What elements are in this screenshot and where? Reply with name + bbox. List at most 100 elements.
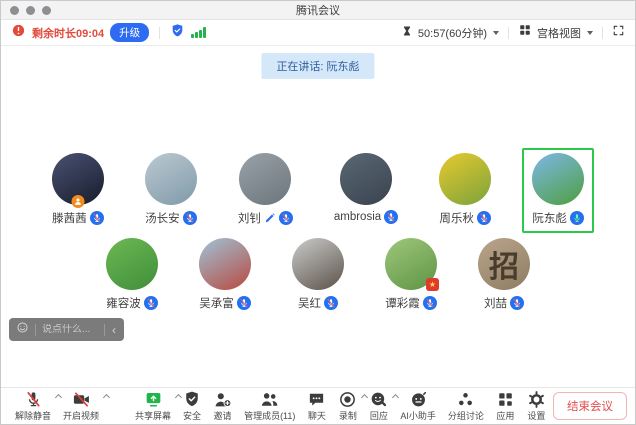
mic-muted-icon xyxy=(183,211,197,225)
participant-name: 刘钊 xyxy=(238,210,261,226)
emoji-icon[interactable] xyxy=(16,321,29,339)
grid-view-icon[interactable] xyxy=(518,23,532,42)
toolbar-item-breakout[interactable]: 分组讨论 xyxy=(442,389,490,423)
participant-name: 谭彩霞 xyxy=(385,295,420,311)
mic-muted-icon xyxy=(237,296,251,310)
participant-tile[interactable]: 刘钊 xyxy=(228,148,303,233)
participant-tile[interactable]: ★ 谭彩霞 xyxy=(375,233,447,318)
mic-muted-icon xyxy=(90,211,104,225)
toolbar-item-label: 邀请 xyxy=(214,409,232,422)
invite-icon xyxy=(213,390,232,408)
toolbar-item-chat[interactable]: 聊天 xyxy=(301,389,332,423)
view-mode-dropdown-icon[interactable] xyxy=(587,31,593,35)
toolbar-item-mic-off[interactable]: 解除静音 xyxy=(9,389,57,423)
divider xyxy=(35,324,36,336)
participant-name-row: 吴承富 xyxy=(199,295,251,311)
toolbar-item-record[interactable]: 录制 xyxy=(332,389,363,423)
divider xyxy=(104,324,105,336)
toolbar-item-reaction[interactable]: 回应 xyxy=(363,389,394,423)
breakout-icon xyxy=(456,390,475,408)
divider xyxy=(508,27,509,39)
participant-avatar: ★ xyxy=(385,238,437,290)
participant-row: 雍容波 吴承富 吴红 ★ 谭彩霞 招刘喆 xyxy=(1,233,635,318)
participant-tile[interactable]: 吴承富 xyxy=(189,233,261,318)
toolbar-item-label: 开启视频 xyxy=(63,409,99,422)
participant-avatar xyxy=(292,238,344,290)
toolbar-item-label: 共享屏幕 xyxy=(135,409,171,422)
participant-tile[interactable]: 招刘喆 xyxy=(468,233,540,318)
participant-tile[interactable]: 汤长安 xyxy=(135,148,207,233)
camera-off-icon xyxy=(72,390,91,408)
participant-name: 雍容波 xyxy=(106,295,141,311)
mic-muted-icon xyxy=(423,296,437,310)
participant-name: ambrosia xyxy=(334,211,381,223)
remaining-time-label: 剩余时长09:04 xyxy=(32,25,104,41)
shield-icon xyxy=(183,390,201,408)
participant-name: 阮东彪 xyxy=(532,210,567,226)
toolbar-item-label: 管理成员(11) xyxy=(244,409,295,422)
toolbar-item-label: 解除静音 xyxy=(15,409,51,422)
title-bar: 腾讯会议 xyxy=(1,1,635,20)
toolbar-item-ai-assistant[interactable]: AI小助手 xyxy=(394,389,442,423)
toolbar-item-label: 录制 xyxy=(339,409,357,422)
bottom-toolbar: 解除静音开启视频 共享屏幕安全邀请管理成员(11) 聊天录制回应 AI小助手分组讨论应… xyxy=(1,387,635,424)
mic-muted-icon xyxy=(477,211,491,225)
speaking-banner: 正在讲话: 阮东彪 xyxy=(261,53,374,79)
participant-avatar: 招 xyxy=(478,238,530,290)
ai-assistant-icon xyxy=(409,390,428,408)
mic-off-icon xyxy=(24,390,43,408)
mic-muted-icon xyxy=(324,296,338,310)
chevron-up-icon[interactable] xyxy=(103,394,110,401)
meeting-timer-label: 50:57(60分钟) xyxy=(418,25,487,41)
end-meeting-button[interactable]: 结束会议 xyxy=(553,392,627,420)
security-shield-icon[interactable] xyxy=(170,23,185,43)
toolbar-item-camera-off[interactable]: 开启视频 xyxy=(57,389,105,423)
participant-name-row: 吴红 xyxy=(298,295,338,311)
toolbar-item-invite[interactable]: 邀请 xyxy=(207,389,238,423)
participant-name-row: 阮东彪 xyxy=(532,210,584,226)
participant-tile[interactable]: 吴红 xyxy=(282,233,354,318)
network-signal-icon[interactable] xyxy=(191,27,206,38)
participant-name-row: 刘钊 xyxy=(238,210,293,226)
participant-name: 刘喆 xyxy=(484,295,507,311)
participant-tile[interactable]: ambrosia xyxy=(324,148,408,233)
screen-share-icon xyxy=(144,390,163,408)
settings-icon xyxy=(527,390,546,408)
mic-muted-icon xyxy=(279,211,293,225)
upgrade-button[interactable]: 升级 xyxy=(110,23,149,42)
annotation-pen-icon xyxy=(264,212,276,224)
mic-muted-icon xyxy=(384,210,398,224)
view-mode-label[interactable]: 宫格视图 xyxy=(537,25,581,41)
info-bar: 剩余时长09:04 升级 50:57(60分钟) 宫格视图 xyxy=(1,20,635,46)
chevron-left-icon[interactable]: ‹ xyxy=(111,324,117,336)
participant-tile[interactable]: 雍容波 xyxy=(96,233,168,318)
toolbar-item-settings[interactable]: 设置 xyxy=(521,389,552,423)
participant-name-row: 汤长安 xyxy=(145,210,197,226)
info-bar-left: 剩余时长09:04 升级 xyxy=(11,23,206,43)
info-bar-right: 50:57(60分钟) 宫格视图 xyxy=(401,23,625,42)
participant-name-row: 滕茜茜 xyxy=(52,210,104,226)
participant-name: 滕茜茜 xyxy=(52,210,87,226)
participant-name-row: 雍容波 xyxy=(106,295,158,311)
participant-name-row: 刘喆 xyxy=(484,295,524,311)
toolbar-item-members[interactable]: 管理成员(11) xyxy=(238,389,301,423)
participant-tile-active-speaker[interactable]: 阮东彪 xyxy=(522,148,594,233)
toolbar-item-label: 聊天 xyxy=(308,409,326,422)
hourglass-icon xyxy=(401,24,413,42)
participant-avatar xyxy=(239,153,291,205)
toolbar-item-label: 回应 xyxy=(370,409,388,422)
mic-muted-icon xyxy=(510,296,524,310)
toolbar-item-screen-share[interactable]: 共享屏幕 xyxy=(129,389,177,423)
participant-tile[interactable]: 滕茜茜 xyxy=(42,148,114,233)
fullscreen-icon[interactable] xyxy=(612,24,625,42)
participant-grid: 滕茜茜 汤长安 刘钊 ambrosia 周乐秋阮东彪雍容波 吴承富 吴红 ★ 谭彩霞 招刘喆 xyxy=(1,148,635,318)
participant-tile[interactable]: 周乐秋 xyxy=(429,148,501,233)
participant-name-row: ambrosia xyxy=(334,210,398,224)
timer-dropdown-icon[interactable] xyxy=(493,31,499,35)
toolbar-item-apps[interactable]: 应用 xyxy=(490,389,521,423)
chat-message-input[interactable] xyxy=(42,324,98,335)
toolbar-item-shield[interactable]: 安全 xyxy=(177,389,207,423)
participant-avatar xyxy=(145,153,197,205)
chat-icon xyxy=(307,390,326,408)
participant-name: 吴红 xyxy=(298,295,321,311)
